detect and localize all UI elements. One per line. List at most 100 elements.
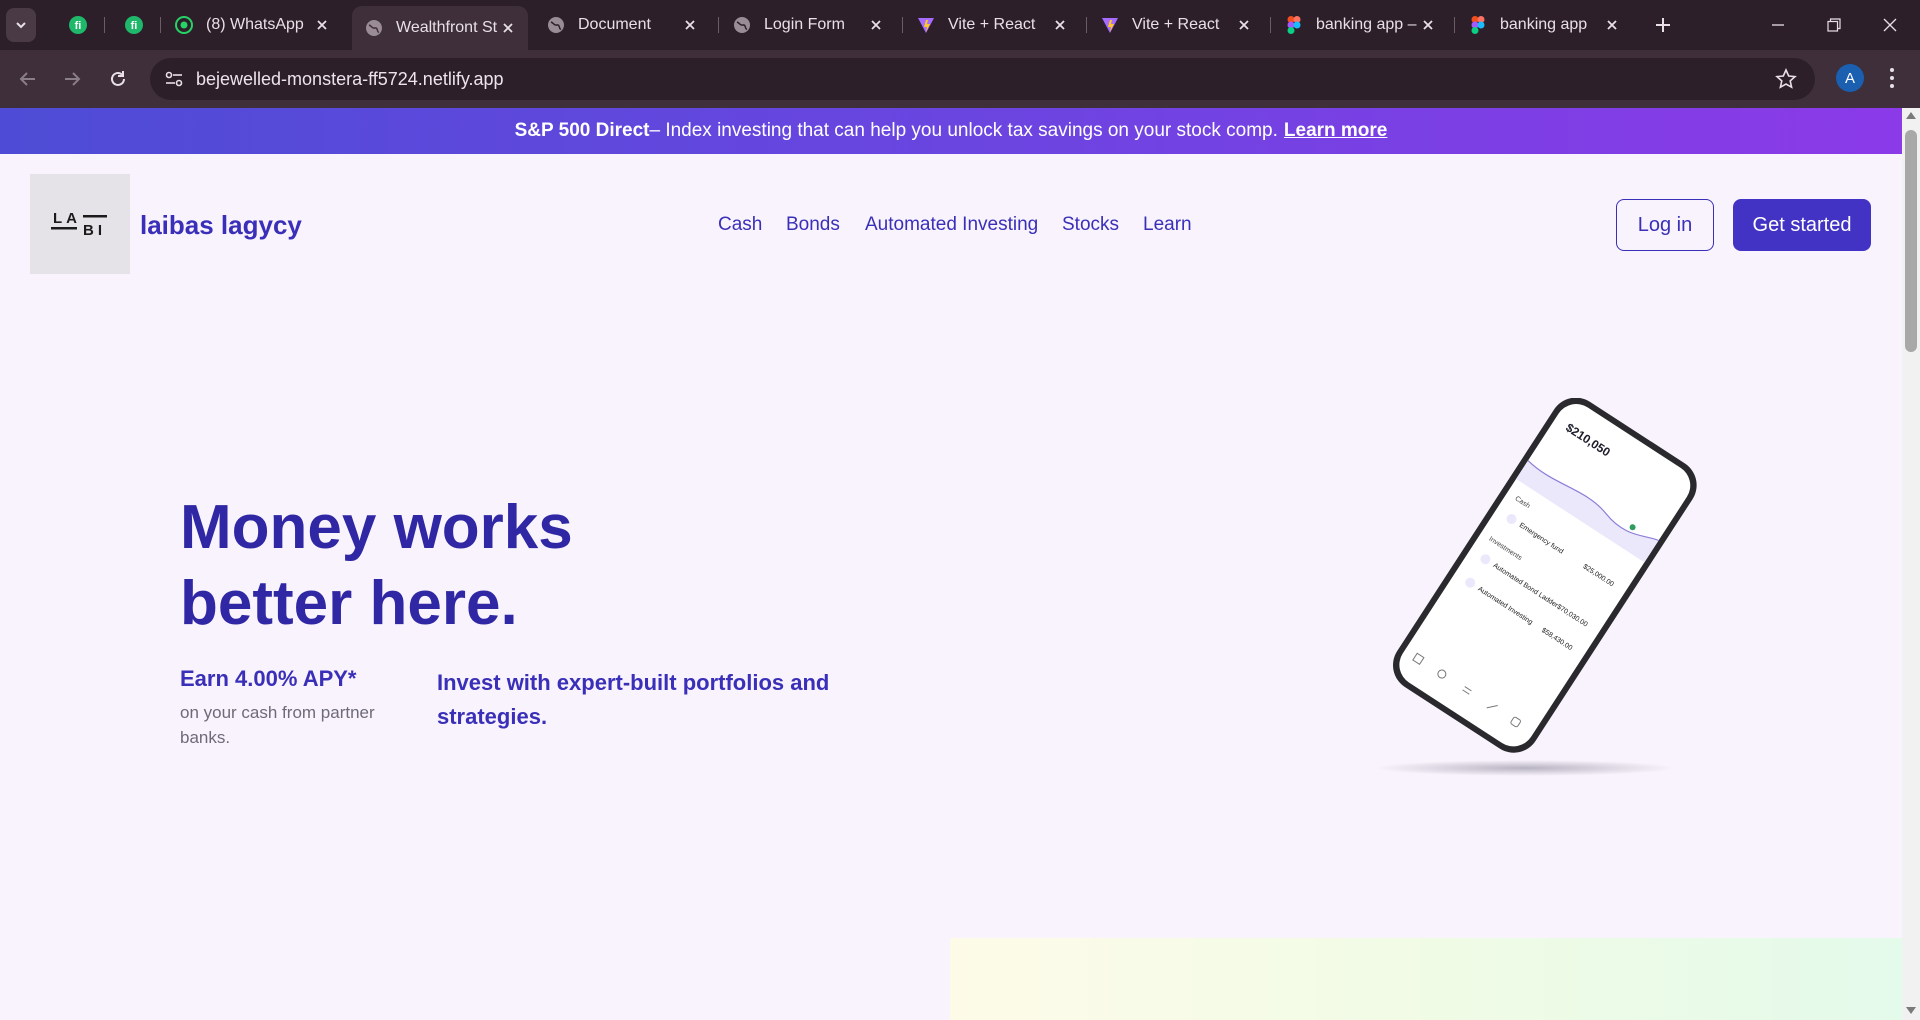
scroll-thumb[interactable] bbox=[1905, 130, 1917, 352]
tab-separator bbox=[1270, 17, 1271, 33]
reload-button[interactable] bbox=[102, 63, 134, 95]
close-icon[interactable] bbox=[1234, 15, 1254, 35]
fi-icon: fi bbox=[125, 16, 143, 34]
globe-icon bbox=[733, 16, 751, 34]
fi-icon: fi bbox=[69, 16, 87, 34]
phone-screen bbox=[1399, 404, 1691, 747]
tab-banking-app-1[interactable]: banking app – bbox=[1272, 8, 1448, 42]
chevron-down-icon bbox=[16, 22, 26, 29]
banner-bold-text: S&P 500 Direct bbox=[514, 120, 650, 141]
logo-mark: LA BI bbox=[51, 210, 107, 239]
close-icon bbox=[1883, 18, 1897, 32]
browser-toolbar: bejewelled-monstera-ff5724.netlify.app A bbox=[0, 50, 1920, 108]
minimize-button[interactable] bbox=[1758, 10, 1798, 40]
close-icon[interactable] bbox=[1418, 15, 1438, 35]
nav-automated-investing[interactable]: Automated Investing bbox=[865, 214, 1038, 236]
close-icon[interactable] bbox=[866, 15, 886, 35]
tab-fi-1[interactable]: fi bbox=[56, 8, 96, 42]
tab-separator bbox=[1454, 17, 1455, 33]
close-icon[interactable] bbox=[498, 18, 518, 38]
brand-name[interactable]: laibas lagycy bbox=[140, 210, 302, 241]
tab-title: Vite + React bbox=[1132, 16, 1220, 33]
tab-title: Document bbox=[578, 16, 651, 33]
tab-separator bbox=[160, 17, 161, 33]
tab-separator bbox=[1086, 17, 1087, 33]
tab-title: (8) WhatsApp bbox=[206, 16, 304, 33]
phone-shadow bbox=[1375, 760, 1675, 776]
get-started-button[interactable]: Get started bbox=[1733, 199, 1871, 251]
browser-tab-bar: fi fi (8) WhatsApp Wealthfront St Docume… bbox=[0, 0, 1920, 50]
site-settings-icon[interactable] bbox=[164, 69, 184, 89]
plus-icon bbox=[1656, 18, 1670, 32]
tab-title: banking app – bbox=[1316, 16, 1417, 33]
invest-heading: Invest with expert-built portfolios and … bbox=[437, 670, 830, 729]
vite-icon bbox=[917, 16, 935, 34]
profile-avatar[interactable]: A bbox=[1836, 64, 1864, 92]
globe-icon bbox=[365, 19, 383, 37]
phone-mockup-image: $210,050 Cash Emergency fund $25,000.00 … bbox=[1375, 398, 1697, 776]
close-icon[interactable] bbox=[1050, 15, 1070, 35]
tab-separator bbox=[104, 17, 105, 33]
globe-icon bbox=[547, 16, 565, 34]
close-icon[interactable] bbox=[1602, 15, 1622, 35]
tab-wealthfront[interactable]: Wealthfront St bbox=[352, 6, 528, 50]
hero-title: Money works better here. bbox=[180, 490, 780, 642]
apy-subtext: on your cash from partner banks. bbox=[180, 703, 375, 747]
tab-whatsapp[interactable]: (8) WhatsApp bbox=[162, 8, 342, 42]
apy-heading: Earn 4.00% APY* bbox=[180, 666, 357, 691]
arrow-right-icon bbox=[65, 72, 81, 86]
figma-icon bbox=[1469, 16, 1487, 34]
restore-icon bbox=[1827, 18, 1841, 32]
page-scrollbar[interactable] bbox=[1902, 108, 1920, 1020]
reload-icon bbox=[111, 71, 125, 86]
scroll-down-arrow[interactable] bbox=[1906, 1007, 1916, 1014]
nav-stocks[interactable]: Stocks bbox=[1062, 214, 1119, 236]
whatsapp-icon bbox=[175, 16, 193, 34]
tab-banking-app-2[interactable]: banking app bbox=[1456, 8, 1632, 42]
svg-text:LA: LA bbox=[53, 210, 81, 227]
vite-icon bbox=[1101, 16, 1119, 34]
svg-text:fi: fi bbox=[131, 20, 138, 32]
arrow-left-icon bbox=[19, 72, 35, 86]
web-page: S&P 500 Direct – Index investing that ca… bbox=[0, 108, 1902, 1020]
tab-vite-react-1[interactable]: Vite + React bbox=[904, 8, 1080, 42]
nav-bonds[interactable]: Bonds bbox=[786, 214, 840, 236]
tab-document[interactable]: Document bbox=[534, 8, 710, 42]
nav-learn[interactable]: Learn bbox=[1143, 214, 1192, 236]
tab-title: Login Form bbox=[764, 16, 845, 33]
tab-title: Vite + React bbox=[948, 16, 1036, 33]
restore-button[interactable] bbox=[1814, 10, 1854, 40]
back-button[interactable] bbox=[12, 63, 44, 95]
learn-more-link[interactable]: Learn more bbox=[1284, 120, 1387, 142]
tab-fi-2[interactable]: fi bbox=[112, 8, 152, 42]
close-icon[interactable] bbox=[312, 15, 332, 35]
tab-search-button[interactable] bbox=[6, 8, 36, 42]
tab-vite-react-2[interactable]: Vite + React bbox=[1088, 8, 1264, 42]
close-icon[interactable] bbox=[680, 15, 700, 35]
forward-button[interactable] bbox=[56, 63, 88, 95]
tab-title: banking app bbox=[1500, 16, 1588, 33]
minimize-icon bbox=[1772, 24, 1784, 26]
login-button[interactable]: Log in bbox=[1616, 199, 1714, 251]
close-window-button[interactable] bbox=[1870, 10, 1910, 40]
url-text[interactable]: bejewelled-monstera-ff5724.netlify.app bbox=[196, 69, 504, 90]
svg-text:fi: fi bbox=[75, 20, 82, 32]
nav-cash[interactable]: Cash bbox=[718, 214, 762, 236]
tab-separator bbox=[718, 17, 719, 33]
bottom-gradient-panel bbox=[950, 938, 1902, 1020]
address-bar[interactable]: bejewelled-monstera-ff5724.netlify.app bbox=[150, 58, 1815, 100]
tab-login-form[interactable]: Login Form bbox=[720, 8, 896, 42]
hero-title-line-2: better here. bbox=[180, 569, 518, 638]
scroll-up-arrow[interactable] bbox=[1906, 112, 1916, 119]
promo-banner: S&P 500 Direct – Index investing that ca… bbox=[0, 108, 1902, 154]
banner-text: – Index investing that can help you unlo… bbox=[649, 120, 1278, 141]
new-tab-button[interactable] bbox=[1650, 12, 1676, 38]
tab-title: Wealthfront St bbox=[396, 19, 498, 36]
figma-icon bbox=[1285, 16, 1303, 34]
svg-text:BI: BI bbox=[83, 222, 106, 239]
hero-title-line-1: Money works bbox=[180, 493, 573, 562]
bookmark-star-icon[interactable] bbox=[1775, 68, 1797, 90]
tab-separator bbox=[902, 17, 903, 33]
menu-kebab-icon[interactable] bbox=[1882, 65, 1902, 91]
logo[interactable]: LA BI bbox=[30, 174, 130, 274]
